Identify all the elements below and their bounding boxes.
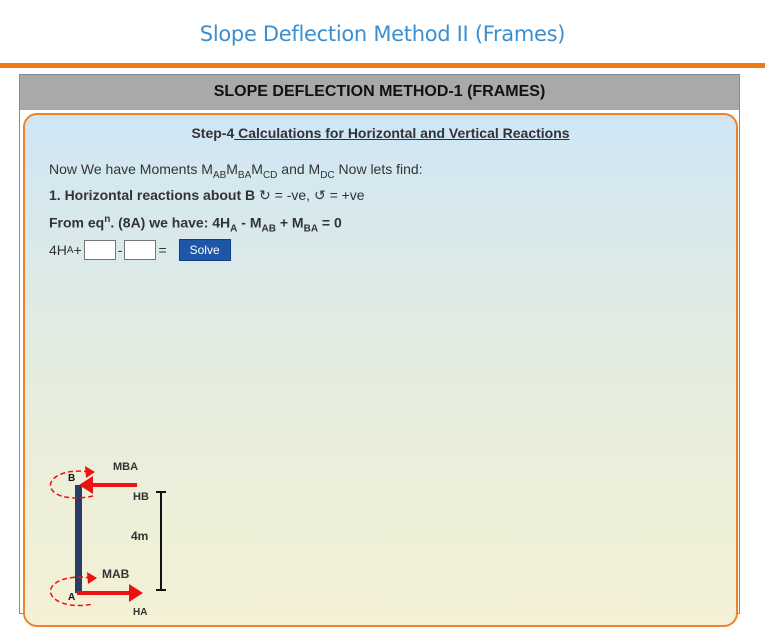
eq-part: = 0 (318, 214, 342, 231)
eq-part: - M (237, 214, 262, 231)
sign-convention: ↻ = -ve, ↺ = +ve (255, 187, 365, 203)
equals-sign: = (158, 242, 167, 258)
horizontal-reactions-heading: 1. Horizontal reactions about B ↻ = -ve,… (49, 187, 365, 204)
moment-ab-arrowhead (87, 572, 97, 584)
eq-part: . (8A) we have: 4H (110, 214, 231, 231)
intro-part: and M (277, 161, 321, 177)
heading-bold: 1. Horizontal reactions about B (49, 187, 256, 203)
eq-part: From eq (49, 214, 105, 231)
minus-sign: - (117, 242, 123, 258)
subscript: AB (212, 169, 227, 181)
subscript: BA (237, 169, 252, 181)
panel-header: SLOPE DEFLECTION METHOD-1 (FRAMES) (20, 75, 739, 110)
hb-label: HB (133, 491, 149, 503)
intro-part: Now We have Moments M (49, 161, 213, 177)
mab-label: MAB (102, 567, 130, 581)
lhs-text: 4H (49, 242, 67, 258)
ha-label: HA (133, 607, 147, 618)
intro-text: Now We have Moments MABMBAMCD and MDC No… (49, 161, 423, 181)
solve-button[interactable]: Solve (178, 239, 231, 261)
ha-arrow-head (129, 584, 143, 602)
page-title: Slope Deflection Method II (Frames) (199, 22, 566, 46)
subscript: A (66, 244, 74, 256)
length-label: 4m (131, 529, 148, 543)
step-prefix: Step-4 (191, 125, 235, 141)
step-heading: Calculations for Horizontal and Vertical… (234, 125, 570, 141)
frame-diagram: MBA HB 4m MAB HA B A (49, 461, 166, 618)
moment-ba-arrowhead (85, 466, 95, 478)
node-b-label: B (68, 473, 75, 484)
eq-part: + M (275, 214, 304, 231)
plus-sign: + (73, 242, 82, 258)
intro-part: M (226, 161, 238, 177)
intro-part: Now lets find: (334, 161, 423, 177)
subscript: BA (303, 223, 319, 235)
node-a-label: A (68, 592, 75, 603)
subscript: CD (262, 169, 278, 181)
mba-label: MBA (113, 461, 138, 473)
step-title: Step-4 Calculations for Horizontal and V… (25, 125, 736, 141)
input-row: 4H A + - = Solve (49, 239, 231, 261)
equation-line: From eqn. (8A) we have: 4HA - MAB + MBA … (49, 214, 342, 234)
intro-part: M (251, 161, 263, 177)
header-divider (0, 63, 765, 68)
method-panel: SLOPE DEFLECTION METHOD-1 (FRAMES) Step-… (19, 74, 740, 627)
step-card: Step-4 Calculations for Horizontal and V… (23, 113, 738, 627)
mba-input[interactable] (124, 240, 157, 260)
subscript: DC (320, 169, 335, 181)
subscript: AB (261, 223, 276, 235)
mab-input[interactable] (83, 240, 116, 260)
